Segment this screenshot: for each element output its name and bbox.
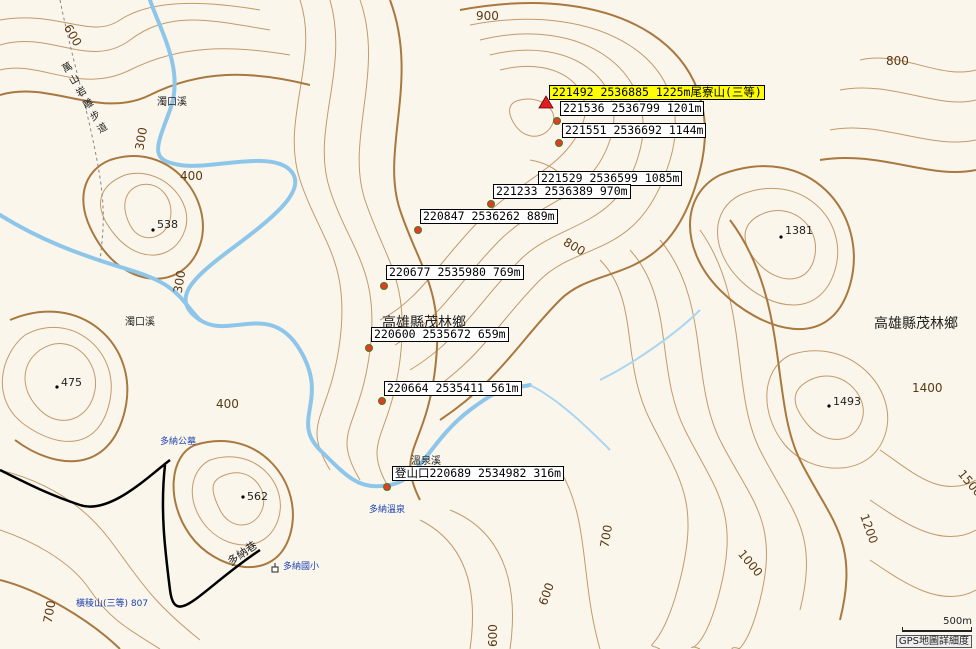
waypoint-label[interactable]: 220664 2535411 561m [384, 381, 522, 396]
school-label: 多納國小 [283, 562, 320, 572]
contour-label: 1400 [912, 381, 943, 395]
waypoint-marker[interactable] [380, 282, 388, 290]
waypoint-label[interactable]: 221233 2536389 970m [493, 184, 631, 199]
trailhead-waypoint-label[interactable]: 登山口220689 2534982 316m [392, 466, 565, 481]
township-label: 高雄縣茂林鄉 [382, 315, 466, 331]
township-label: 高雄縣茂林鄉 [874, 316, 958, 332]
hot-spring-label: 多納溫泉 [369, 505, 406, 515]
waypoint-marker[interactable] [414, 226, 422, 234]
contour-label: 400 [216, 397, 239, 411]
contour-label: 900 [476, 9, 499, 23]
waypoint-label[interactable]: 221551 2536692 1144m [562, 123, 707, 138]
waypoint-label[interactable]: 220677 2535980 769m [386, 265, 524, 280]
waypoint-marker[interactable] [365, 344, 373, 352]
waypoint-label[interactable]: 221536 2536799 1201m [560, 101, 705, 116]
spot-height: 475 [61, 376, 82, 389]
spot-height: 1381 [785, 224, 813, 237]
spot-height: 538 [157, 218, 178, 231]
waypoint-marker[interactable] [553, 117, 561, 125]
spot-height: 562 [247, 490, 268, 503]
waypoint-marker[interactable] [378, 397, 386, 405]
contour-label: 400 [180, 169, 203, 183]
mountain-label: 橫稜山(三等) 807 [76, 599, 149, 609]
peak-waypoint-label[interactable]: 221492 2536885 1225m尾寮山(三等) [549, 85, 765, 100]
waypoint-label[interactable]: 220847 2536262 889m [420, 209, 558, 224]
detail-level-caption[interactable]: GPS地圖詳細度 [895, 635, 972, 648]
contour-label: 600 [486, 624, 500, 647]
scale-distance: 500m [943, 616, 972, 627]
stream-label: 溫泉溪 [411, 456, 441, 467]
cemetery-label: 多納公墓 [160, 437, 197, 447]
scale-bar [902, 627, 972, 632]
map-scale: 500m GPS地圖詳細度 [895, 616, 972, 648]
waypoint-marker[interactable] [383, 483, 391, 491]
waypoint-marker[interactable] [555, 139, 563, 147]
stream-label: 濁口溪 [125, 317, 155, 328]
contour-label: 800 [886, 54, 909, 68]
spot-height: 1493 [833, 395, 861, 408]
waypoint-marker[interactable] [487, 200, 495, 208]
stream-label: 濁口溪 [157, 97, 187, 108]
